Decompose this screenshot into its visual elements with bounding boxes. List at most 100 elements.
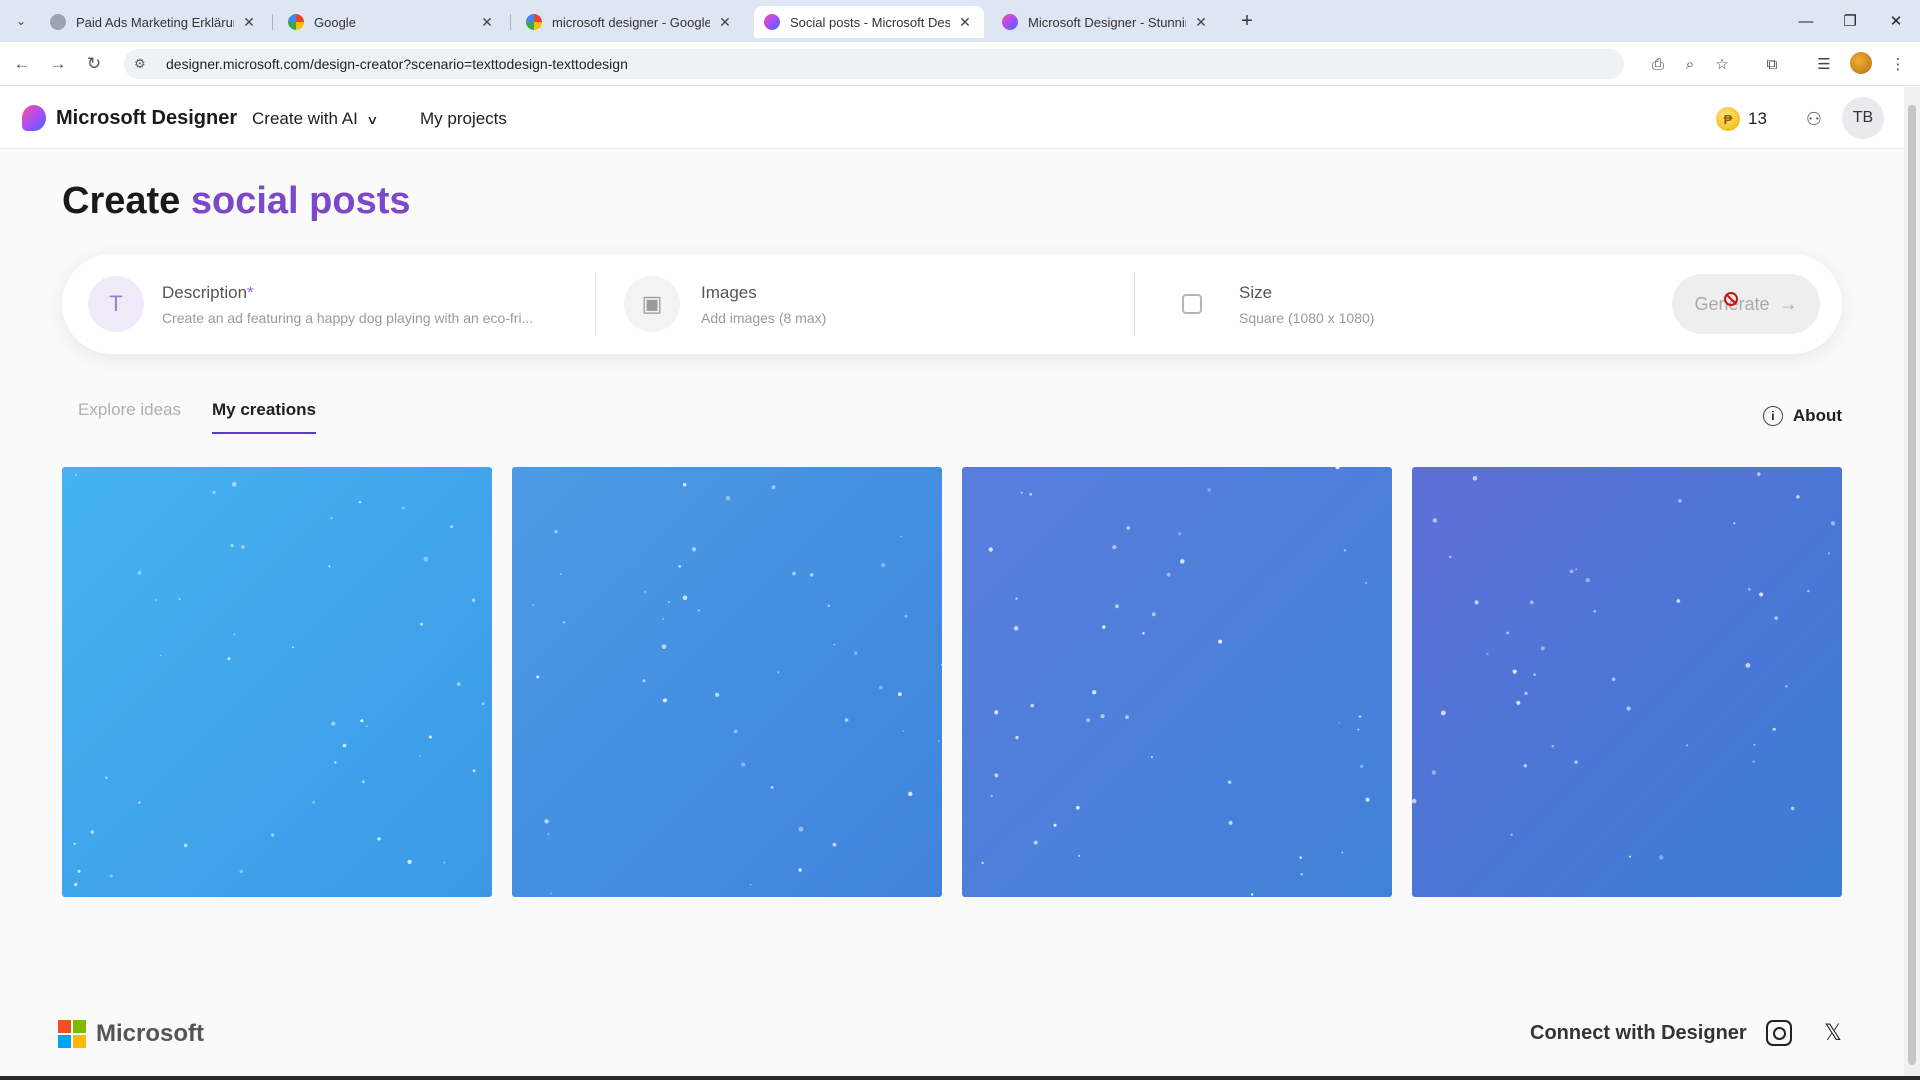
boost-count[interactable]: 13 [1748, 109, 1767, 129]
sparkle-dot [1125, 715, 1129, 719]
sparkle-dot [358, 501, 362, 504]
sparkle-dot [241, 545, 245, 549]
sparkle-dot [908, 791, 913, 797]
tab-my-creations[interactable]: My creations [212, 400, 316, 434]
browser-tab-strip: ⌄ Paid Ads Marketing Erklärung ✕ Google … [0, 0, 1920, 42]
site-settings-icon[interactable]: ⚙ [134, 56, 152, 72]
reload-icon[interactable]: ↻ [80, 51, 108, 77]
window-close-icon[interactable]: ✕ [1876, 8, 1916, 34]
boost-coin-icon: ₱ [1716, 107, 1740, 131]
new-tab-plus-icon[interactable]: + [1234, 8, 1260, 34]
browser-menu-icon[interactable]: ⋮ [1886, 52, 1910, 76]
google-icon [288, 14, 304, 30]
sparkle-dot [1299, 856, 1302, 859]
restore-icon[interactable]: ❐ [1830, 8, 1870, 34]
avatar[interactable]: TB [1842, 97, 1884, 139]
browser-tab-paid-ads[interactable]: Paid Ads Marketing Erklärung ✕ [40, 6, 268, 38]
extensions-icon[interactable]: ⧉ [1760, 52, 1784, 76]
zoom-icon[interactable]: ⌕ [1678, 52, 1702, 76]
sparkle-dot [1486, 652, 1489, 656]
microsoft-wordmark[interactable]: Microsoft [96, 1020, 204, 1048]
sparkle-dot [1745, 663, 1751, 668]
images-label[interactable]: Images [701, 283, 757, 303]
browser-tab-google[interactable]: Google ✕ [278, 6, 506, 38]
sparkle-dot [1575, 568, 1578, 571]
browser-tab-designer-stunning[interactable]: Microsoft Designer - Stunning d ✕ [992, 6, 1220, 38]
scrollbar-thumb[interactable] [1908, 105, 1916, 1065]
sparkle-dot [562, 621, 566, 624]
sparkle-dot [1029, 492, 1033, 496]
browser-tab-google-search[interactable]: microsoft designer - Google Se ✕ [516, 6, 744, 38]
size-square-icon[interactable] [1164, 276, 1220, 332]
brand-name[interactable]: Microsoft Designer [56, 107, 237, 130]
sparkle-dot [428, 735, 432, 739]
sparkle-dot [1100, 714, 1105, 719]
back-arrow-icon[interactable]: ← [8, 51, 36, 77]
sparkle-dot [1593, 610, 1597, 613]
my-projects-link[interactable]: My projects [420, 109, 507, 129]
creation-card-2[interactable] [512, 467, 942, 897]
sparkle-dot [1150, 756, 1153, 759]
instagram-icon[interactable] [1766, 1020, 1792, 1046]
page-title-accent: social posts [190, 180, 411, 222]
close-icon[interactable]: ✕ [240, 14, 258, 31]
sparkle-dot [138, 801, 141, 804]
image-add-icon[interactable]: ▣ [624, 276, 680, 332]
tab-search-icon[interactable]: ⌄ [8, 8, 34, 34]
bookmark-star-icon[interactable]: ☆ [1710, 52, 1734, 76]
reading-list-icon[interactable]: ☰ [1812, 52, 1836, 76]
forward-arrow-icon[interactable]: → [44, 51, 72, 77]
close-icon[interactable]: ✕ [1192, 14, 1210, 31]
creation-card-4[interactable] [1412, 467, 1842, 897]
page-scrollbar[interactable] [1904, 87, 1920, 1080]
images-sub[interactable]: Add images (8 max) [701, 310, 826, 326]
install-app-icon[interactable]: ⎙ [1646, 52, 1670, 76]
generate-button[interactable]: Generate → [1672, 274, 1820, 334]
close-icon[interactable]: ✕ [478, 14, 496, 31]
size-label[interactable]: Size [1239, 283, 1272, 303]
create-with-ai-label: Create with AI [252, 109, 358, 128]
size-value[interactable]: Square (1080 x 1080) [1239, 310, 1374, 326]
address-bar[interactable]: ⚙ designer.microsoft.com/design-creator?… [124, 49, 1624, 79]
browser-tab-social-posts[interactable]: Social posts - Microsoft Design ✕ [754, 6, 984, 38]
tab-explore-ideas[interactable]: Explore ideas [78, 400, 181, 432]
sparkle-dot [663, 698, 667, 703]
creations-gallery [62, 467, 1842, 897]
sparkle-dot [1512, 669, 1517, 674]
people-share-icon[interactable]: ⚇ [1800, 105, 1828, 133]
not-allowed-cursor-icon [1724, 292, 1738, 306]
card-background [62, 467, 492, 897]
description-input[interactable]: Create an ad featuring a happy dog playi… [162, 310, 562, 326]
close-icon[interactable]: ✕ [956, 14, 974, 31]
sparkle-dot [1412, 798, 1417, 804]
sparkle-dot [360, 719, 364, 723]
text-add-icon[interactable]: T [88, 276, 144, 332]
sparkle-dot [1772, 727, 1776, 731]
creation-card-3[interactable] [962, 467, 1392, 897]
minimize-icon[interactable]: — [1786, 8, 1826, 34]
create-with-ai-menu[interactable]: Create with AI ∨ [252, 109, 378, 129]
sparkle-dot [1585, 577, 1591, 583]
sparkle-dot [1343, 548, 1347, 552]
description-label[interactable]: Description* [162, 283, 254, 303]
designer-icon [764, 14, 780, 30]
sparkle-dot [1540, 646, 1545, 651]
close-icon[interactable]: ✕ [716, 14, 734, 31]
sparkle-dot [749, 883, 752, 886]
sparkle-dot [1796, 495, 1800, 499]
creations-tabs: Explore ideas My creations i About [62, 400, 1842, 440]
designer-logo-icon[interactable] [22, 105, 46, 131]
creation-card-1[interactable] [62, 467, 492, 897]
sparkle-dot [1569, 569, 1574, 574]
connect-with-designer: Connect with Designer [1530, 1022, 1747, 1044]
globe-icon [50, 14, 66, 30]
microsoft-logo-icon[interactable] [58, 1020, 86, 1048]
sparkle-dot [682, 482, 687, 487]
browser-profile-avatar[interactable] [1850, 52, 1872, 74]
about-button[interactable]: i About [1762, 406, 1842, 426]
sparkle-dot [1757, 472, 1761, 476]
sparkle-dot [1360, 765, 1364, 768]
designer-icon [1002, 14, 1018, 30]
sparkle-dot [1474, 600, 1479, 605]
x-twitter-icon[interactable]: 𝕏 [1820, 1020, 1846, 1046]
